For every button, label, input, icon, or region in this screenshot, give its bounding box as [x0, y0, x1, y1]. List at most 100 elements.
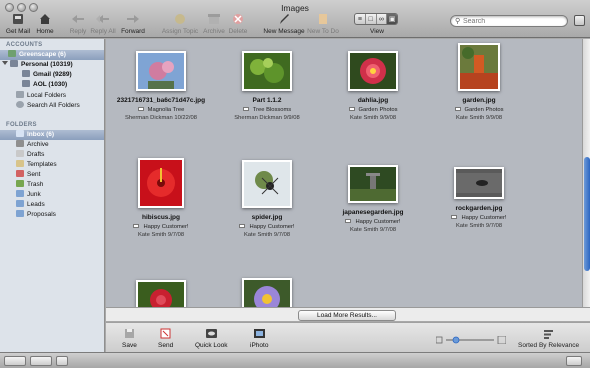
new-todo-button[interactable]: New To Do [306, 12, 340, 38]
archive-folder-icon [16, 140, 24, 147]
sidebar-folder-drafts[interactable]: Drafts [0, 150, 104, 160]
gear-icon[interactable] [30, 356, 52, 366]
red-flower-image [138, 282, 184, 307]
archive-box-icon [208, 14, 220, 24]
view-gallery-icon[interactable]: ▣ [387, 14, 397, 24]
vertical-scrollbar[interactable] [582, 39, 590, 307]
account-icon [22, 70, 30, 77]
forward-button[interactable]: Forward [119, 12, 147, 38]
save-button[interactable]: Save [122, 328, 137, 349]
reply-all-button[interactable]: Reply All [89, 12, 117, 38]
quick-look-button[interactable]: Quick Look [195, 328, 228, 349]
sidebar-account-greenscape[interactable]: Greenscape (6) [0, 50, 104, 60]
file-name: garden.jpg [462, 97, 496, 104]
file-name: Part 1.1.2 [252, 97, 282, 104]
scrollbar-thumb[interactable] [584, 157, 590, 271]
get-mail-button[interactable]: Get Mail [3, 12, 33, 38]
new-message-button[interactable]: New Message [263, 12, 305, 38]
sidebar-account-personal[interactable]: Personal (10319) [0, 60, 104, 70]
sidebar-account-aol[interactable]: AOL (1030) [0, 80, 104, 90]
folder-icon [16, 190, 24, 197]
meta-label: Kate Smith 9/7/08 [349, 227, 397, 233]
sidebar-folder-templates[interactable]: Templates [0, 160, 104, 170]
envelope-icon [454, 107, 461, 111]
sidebar-account-gmail[interactable]: Gmail (9289) [0, 70, 104, 80]
thumbnail[interactable] [458, 43, 500, 91]
result-item[interactable]: japanesegarden.jpg Happy Customer! Kate … [318, 165, 428, 233]
result-item[interactable]: garden.jpg Garden Photos Kate Smith 9/9/… [424, 43, 534, 121]
file-name: hibiscus.jpg [142, 214, 180, 221]
result-item[interactable]: 2321716731_ba6c71d47c.jpg Magnolia Tree … [106, 51, 216, 121]
thumbnail[interactable] [242, 51, 292, 91]
computer-icon [16, 91, 24, 98]
panel-toggle-icon[interactable] [56, 356, 68, 366]
large-thumbnail-icon [497, 336, 506, 344]
reply-button[interactable]: Reply [66, 12, 90, 38]
folder-label: Happy Customer! [106, 224, 216, 230]
magnolia-image [138, 53, 184, 89]
result-item[interactable]: rockgarden.jpg Happy Customer! Kate Smit… [424, 167, 534, 229]
trash-icon [16, 180, 24, 187]
account-icon [8, 50, 16, 57]
search-field[interactable]: ⚲ [450, 15, 568, 27]
meta-label: Sherman Dickman 9/9/08 [234, 115, 300, 121]
search-input[interactable] [463, 16, 563, 26]
sidebar-search-all-folders[interactable]: Search All Folders [0, 101, 104, 111]
activity-icon[interactable] [4, 356, 26, 366]
result-item[interactable] [106, 280, 216, 307]
file-name: rockgarden.jpg [455, 205, 503, 212]
thumbnail-size-slider[interactable] [436, 336, 506, 344]
sent-icon [16, 170, 24, 177]
sidebar-folder-sent[interactable]: Sent [0, 170, 104, 180]
tree-blossoms-image [244, 53, 290, 89]
thumbnail[interactable] [138, 158, 184, 208]
view-preview-icon[interactable]: □ [366, 14, 377, 24]
garden-image [460, 45, 498, 89]
send-button[interactable]: Send [158, 328, 173, 349]
file-name: spider.jpg [251, 214, 283, 221]
meta-label: Kate Smith 9/7/08 [243, 232, 291, 238]
sidebar-folder-trash[interactable]: Trash [0, 180, 104, 190]
view-attachment-icon[interactable]: ∞ [377, 14, 388, 24]
sidebar-folder-inbox[interactable]: Inbox (6) [0, 130, 104, 140]
view-list-icon[interactable]: ≡ [355, 14, 366, 24]
quick-look-eye-icon [205, 329, 217, 338]
folder-label: Garden Photos [318, 107, 428, 113]
new-todo-label: New To Do [307, 28, 339, 35]
delete-button[interactable]: Delete [227, 12, 249, 38]
sidebar-local-folders[interactable]: Local Folders [0, 91, 104, 101]
send-icon [160, 328, 171, 339]
result-item[interactable]: dahlia.jpg Garden Photos Kate Smith 9/9/… [318, 51, 428, 121]
thumbnail[interactable] [136, 51, 186, 91]
result-item[interactable]: Part 1.1.2 Tree Blossoms Sherman Dickman… [212, 51, 322, 121]
envelope-icon [137, 107, 144, 111]
result-item[interactable]: spider.jpg Happy Customer! Kate Smith 9/… [212, 160, 322, 238]
new-message-label: New Message [263, 28, 305, 35]
archive-button[interactable]: Archive [202, 12, 226, 38]
hibiscus-image [140, 160, 182, 206]
result-item[interactable] [212, 278, 322, 307]
iphoto-button[interactable]: iPhoto [250, 328, 268, 349]
thumbnail[interactable] [454, 167, 504, 199]
sidebar-folder-proposals[interactable]: Proposals [0, 210, 104, 220]
resize-panel-icon[interactable] [566, 356, 582, 366]
sort-menu-button[interactable]: Sorted By Relevance [518, 329, 579, 349]
thumbnail[interactable] [136, 280, 186, 307]
load-more-results-button[interactable]: Load More Results... [298, 310, 396, 321]
reply-all-arrow-icon [96, 15, 109, 23]
topic-icon [175, 14, 185, 24]
disclosure-triangle-icon[interactable] [2, 61, 8, 65]
thumbnail[interactable] [242, 160, 292, 208]
home-button[interactable]: Home [34, 12, 56, 38]
assign-topic-button[interactable]: Assign Topic [160, 12, 200, 38]
thumbnail[interactable] [348, 165, 398, 203]
sidebar-folder-junk[interactable]: Junk [0, 190, 104, 200]
thumbnail[interactable] [242, 278, 292, 307]
view-segmented-control[interactable]: ≡ □ ∞ ▣ [354, 13, 398, 25]
sidebar-folder-archive[interactable]: Archive [0, 140, 104, 150]
envelope-icon [348, 107, 355, 111]
sidebar-folder-leads[interactable]: Leads [0, 200, 104, 210]
toolbar-toggle-icon[interactable] [574, 15, 585, 26]
result-item[interactable]: hibiscus.jpg Happy Customer! Kate Smith … [106, 158, 216, 238]
thumbnail[interactable] [348, 51, 398, 91]
